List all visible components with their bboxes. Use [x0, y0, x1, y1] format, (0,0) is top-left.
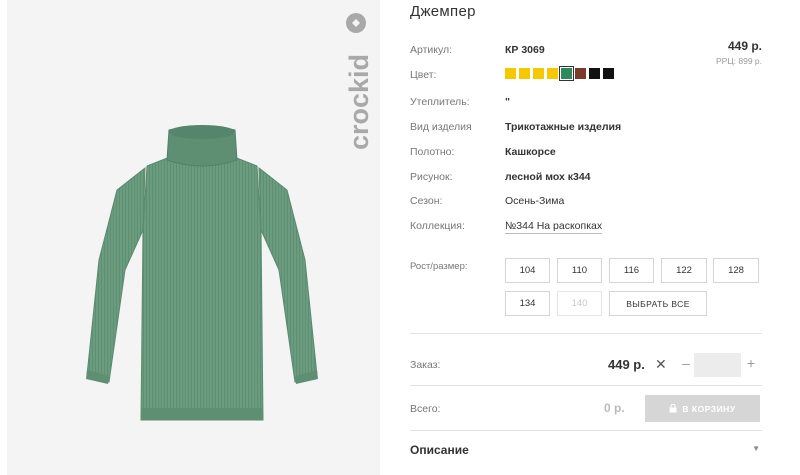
add-to-cart-button[interactable]: В КОРЗИНУ — [645, 395, 760, 422]
color-swatch[interactable] — [505, 68, 516, 79]
brand-logo-text: crockid — [344, 54, 374, 150]
spec-label-color: Цвет: — [410, 69, 437, 81]
spec-value-item-type: Трикотажные изделия — [505, 121, 622, 133]
color-swatch[interactable] — [589, 68, 600, 79]
product-page: crockid Джемпер 449 р. РРЦ: 899 р. Артик… — [0, 0, 800, 475]
divider — [410, 333, 762, 334]
size-label: Рост/размер: — [410, 261, 468, 272]
color-swatch[interactable] — [547, 68, 558, 79]
spec-value-insulation: " — [505, 96, 510, 108]
color-swatch[interactable] — [575, 68, 586, 79]
size-button-128[interactable]: 128 — [713, 258, 759, 283]
divider — [410, 385, 762, 386]
close-icon[interactable]: ✕ — [655, 356, 667, 373]
size-button-110[interactable]: 110 — [557, 258, 602, 283]
divider — [410, 430, 762, 431]
lock-icon — [669, 404, 677, 413]
spec-label-season: Сезон: — [410, 195, 443, 207]
color-swatches — [505, 66, 614, 81]
color-swatch[interactable] — [559, 66, 574, 81]
spec-label-fabric: Полотно: — [410, 146, 455, 158]
spec-value-collection-wrap: №344 На раскопках — [505, 220, 603, 234]
size-button-122[interactable]: 122 — [661, 258, 707, 283]
add-to-cart-label: В КОРЗИНУ — [682, 403, 736, 414]
total-value: 0 р. — [604, 401, 625, 415]
collection-link[interactable]: №344 На раскопках — [505, 220, 603, 234]
recommended-price: РРЦ: 899 р. — [716, 56, 762, 66]
product-info: Джемпер 449 р. РРЦ: 899 р. Артикул: КР 3… — [410, 0, 762, 475]
spec-label-article: Артикул: — [410, 44, 453, 56]
product-image-panel: crockid — [7, 0, 380, 475]
quantity-input[interactable] — [694, 353, 741, 377]
color-swatch[interactable] — [533, 68, 544, 79]
sweater-image — [86, 125, 318, 421]
total-label: Всего: — [410, 403, 441, 415]
quantity-plus-button[interactable]: + — [743, 355, 759, 375]
product-title: Джемпер — [410, 3, 476, 20]
chevron-down-icon[interactable]: ▼ — [752, 444, 760, 453]
size-button-104[interactable]: 104 — [505, 258, 550, 283]
select-all-sizes-button[interactable]: ВЫБРАТЬ ВСЕ — [609, 291, 707, 316]
color-swatch[interactable] — [603, 68, 614, 79]
spec-label-pattern: Рисунок: — [410, 171, 453, 183]
size-button-140: 140 — [557, 291, 602, 316]
order-price: 449 р. — [608, 357, 645, 372]
spec-label-collection: Коллекция: — [410, 220, 465, 232]
spec-label-insulation: Утеплитель: — [410, 96, 470, 108]
spec-value-fabric: Кашкорсе — [505, 146, 556, 158]
quantity-minus-button[interactable]: – — [678, 355, 694, 375]
order-label: Заказ: — [410, 359, 441, 371]
spec-value-season: Осень-Зима — [505, 195, 565, 207]
product-price: 449 р. — [727, 39, 762, 53]
size-button-116[interactable]: 116 — [609, 258, 654, 283]
description-toggle[interactable]: Описание — [410, 443, 469, 457]
spec-label-item-type: Вид изделия — [410, 121, 472, 133]
brand-logo: crockid — [344, 13, 374, 150]
spec-value-article: КР 3069 — [505, 44, 545, 56]
spec-value-pattern: лесной мох к344 — [505, 171, 591, 183]
size-button-134[interactable]: 134 — [505, 291, 550, 316]
color-swatch[interactable] — [519, 68, 530, 79]
